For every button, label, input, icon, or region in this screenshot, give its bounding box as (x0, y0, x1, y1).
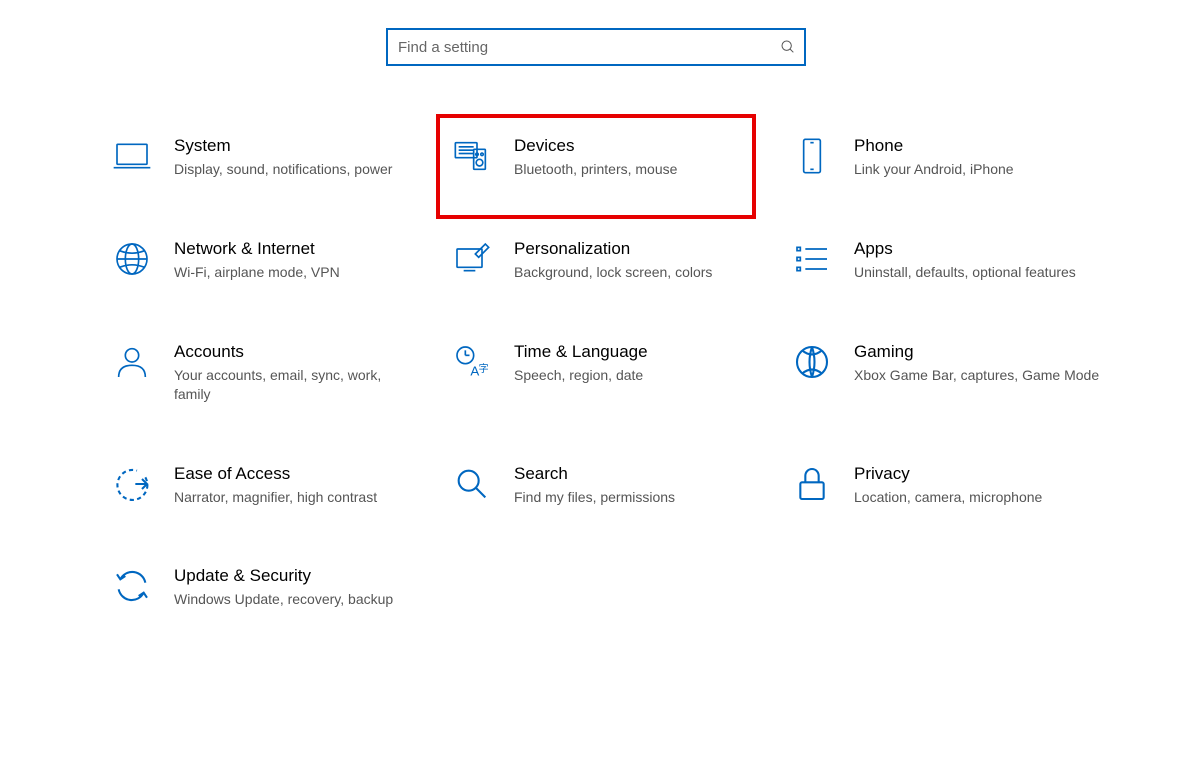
tile-phone[interactable]: Phone Link your Android, iPhone (790, 136, 1130, 179)
tile-desc: Your accounts, email, sync, work, family (174, 366, 420, 404)
tile-title: System (174, 136, 420, 156)
tile-title: Ease of Access (174, 464, 420, 484)
tile-system[interactable]: System Display, sound, notifications, po… (110, 136, 450, 179)
tile-title: Personalization (514, 239, 760, 259)
search-tile-icon (450, 462, 494, 506)
update-security-icon (110, 564, 154, 608)
tile-desc: Link your Android, iPhone (854, 160, 1100, 179)
tile-network[interactable]: Network & Internet Wi-Fi, airplane mode,… (110, 239, 450, 282)
tile-personalization[interactable]: Personalization Background, lock screen,… (450, 239, 790, 282)
search-input[interactable] (386, 28, 806, 66)
gaming-icon (790, 340, 834, 384)
svg-text:字: 字 (479, 362, 489, 375)
tile-gaming[interactable]: Gaming Xbox Game Bar, captures, Game Mod… (790, 342, 1130, 404)
tile-desc: Xbox Game Bar, captures, Game Mode (854, 366, 1100, 385)
settings-grid: System Display, sound, notifications, po… (110, 136, 1130, 609)
tile-desc: Speech, region, date (514, 366, 760, 385)
phone-icon (790, 134, 834, 178)
tile-title: Time & Language (514, 342, 760, 362)
tile-update-security[interactable]: Update & Security Windows Update, recove… (110, 566, 450, 609)
system-icon (110, 134, 154, 178)
privacy-icon (790, 462, 834, 506)
network-icon (110, 237, 154, 281)
tile-title: Phone (854, 136, 1100, 156)
tile-title: Privacy (854, 464, 1100, 484)
tile-desc: Find my files, permissions (514, 488, 760, 507)
accounts-icon (110, 340, 154, 384)
tile-title: Accounts (174, 342, 420, 362)
tile-title: Update & Security (174, 566, 420, 586)
tile-desc: Location, camera, microphone (854, 488, 1100, 507)
tile-time-language[interactable]: A 字 Time & Language Speech, region, date (450, 342, 790, 404)
tile-title: Network & Internet (174, 239, 420, 259)
time-language-icon: A 字 (450, 340, 494, 384)
tile-desc: Wi-Fi, airplane mode, VPN (174, 263, 420, 282)
tile-desc: Windows Update, recovery, backup (174, 590, 420, 609)
tile-desc: Display, sound, notifications, power (174, 160, 420, 179)
apps-icon (790, 237, 834, 281)
tile-desc: Background, lock screen, colors (514, 263, 760, 282)
tile-accounts[interactable]: Accounts Your accounts, email, sync, wor… (110, 342, 450, 404)
tile-devices[interactable]: Devices Bluetooth, printers, mouse (450, 136, 790, 179)
tile-title: Search (514, 464, 760, 484)
tile-ease-of-access[interactable]: Ease of Access Narrator, magnifier, high… (110, 464, 450, 507)
tile-desc: Uninstall, defaults, optional features (854, 263, 1100, 282)
tile-title: Devices (514, 136, 760, 156)
tile-privacy[interactable]: Privacy Location, camera, microphone (790, 464, 1130, 507)
tile-apps[interactable]: Apps Uninstall, defaults, optional featu… (790, 239, 1130, 282)
tile-search[interactable]: Search Find my files, permissions (450, 464, 790, 507)
devices-icon (450, 134, 494, 178)
tile-desc: Narrator, magnifier, high contrast (174, 488, 420, 507)
personalization-icon (450, 237, 494, 281)
tile-desc: Bluetooth, printers, mouse (514, 160, 760, 179)
ease-of-access-icon (110, 462, 154, 506)
tile-title: Gaming (854, 342, 1100, 362)
search-icon (780, 39, 796, 55)
tile-title: Apps (854, 239, 1100, 259)
search-bar[interactable] (386, 28, 806, 66)
